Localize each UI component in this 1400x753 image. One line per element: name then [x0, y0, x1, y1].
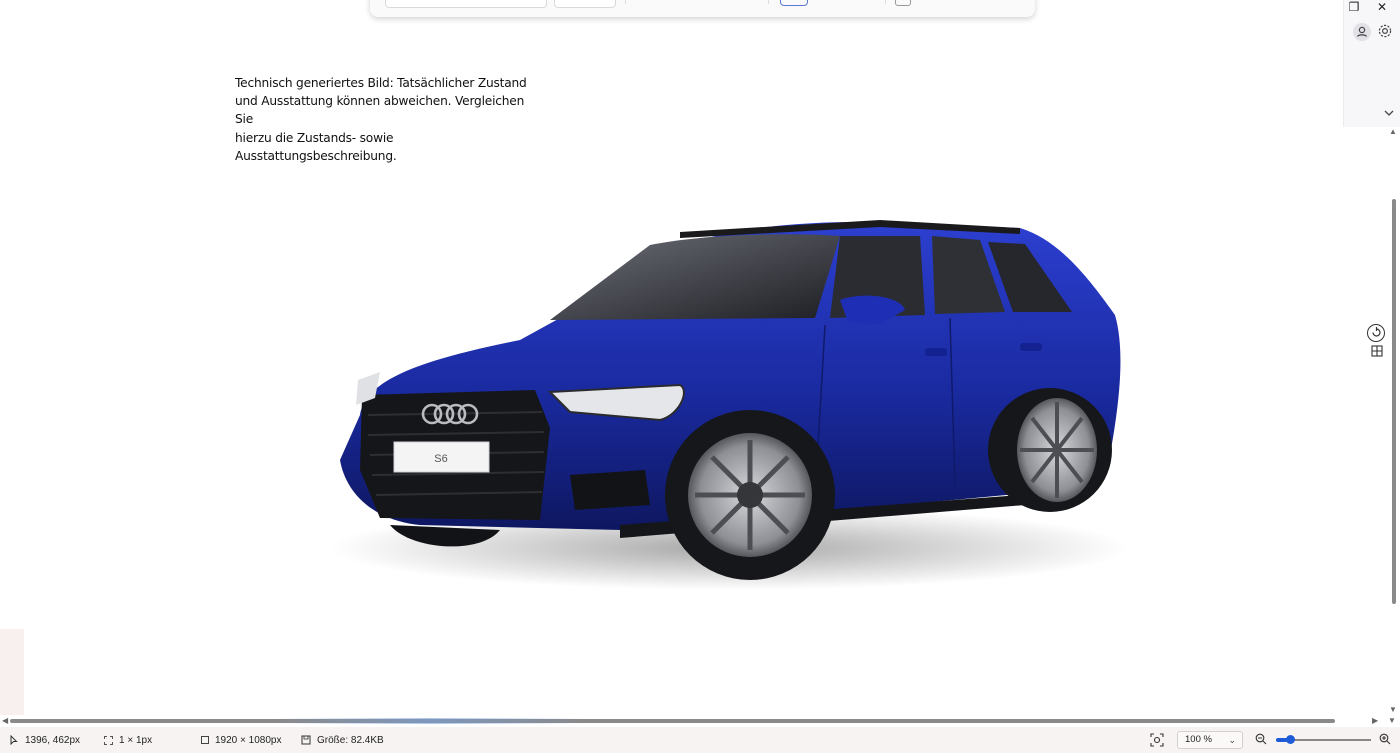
cursor-position-text: 1396, 462px — [25, 734, 81, 746]
pointer-icon — [9, 734, 19, 746]
disclaimer-line: Ausstattungsbeschreibung. — [235, 148, 397, 163]
scroll-down-icon[interactable]: ▼ — [1389, 705, 1397, 714]
image-dimensions-text: 1920 × 1080px — [215, 734, 282, 746]
side-panel: ❐ ✕ — [1343, 0, 1400, 127]
vertical-scroll-thumb[interactable] — [1392, 199, 1396, 604]
side-strip — [0, 629, 24, 717]
zoom-level-select[interactable]: 100 % ⌄ — [1177, 731, 1243, 749]
car-image: S6 — [320, 200, 1140, 600]
image-dimensions: 1920 × 1080px — [201, 733, 281, 747]
toolbar-divider — [885, 0, 886, 4]
restore-window-icon[interactable]: ❐ — [1344, 0, 1364, 16]
scroll-corner-icon: ▼ — [1388, 716, 1396, 725]
cursor-position: 1396, 462px — [9, 733, 80, 747]
selection-size: 1 × 1px — [104, 733, 152, 747]
disclaimer-line: hierzu die Zustands- sowie — [235, 130, 394, 145]
status-bar: 1396, 462px 1 × 1px 1920 × 1080px Größe:… — [0, 727, 1400, 753]
save-icon — [301, 735, 311, 745]
zoom-level-text: 100 % — [1185, 734, 1212, 745]
fit-to-window-icon[interactable] — [1150, 733, 1164, 747]
scroll-left-icon[interactable]: ◀ — [2, 716, 8, 725]
image-disclaimer: Technisch generiertes Bild: Tatsächliche… — [235, 74, 535, 165]
toolbar-color-swatch[interactable] — [780, 0, 808, 6]
disclaimer-line: und Ausstattung können abweichen. Vergle… — [235, 94, 525, 127]
toolbar-checkbox[interactable] — [895, 0, 911, 6]
chevron-down-icon[interactable] — [1382, 106, 1396, 120]
zoom-in-icon[interactable] — [1378, 733, 1392, 747]
toolbar-font-select[interactable] — [385, 0, 547, 8]
rotate-icon[interactable] — [1367, 324, 1385, 342]
grid-icon[interactable] — [1368, 344, 1386, 362]
file-size-text: Größe: 82.4KB — [317, 734, 384, 746]
zoom-slider-handle[interactable] — [1286, 735, 1295, 744]
selection-size-text: 1 × 1px — [119, 734, 153, 746]
scroll-up-icon[interactable]: ▲ — [1389, 127, 1397, 136]
toolbar-divider — [625, 0, 626, 4]
person-icon[interactable] — [1353, 23, 1371, 41]
disclaimer-line: Technisch generiertes Bild: Tatsächliche… — [235, 76, 527, 90]
floating-toolbar — [370, 0, 1035, 17]
scroll-right-icon[interactable]: ▶ — [1372, 716, 1378, 725]
gear-icon[interactable] — [1376, 22, 1394, 40]
scroll-highlight — [275, 718, 585, 724]
zoom-out-icon[interactable] — [1254, 733, 1268, 747]
zoom-slider[interactable] — [1276, 735, 1371, 744]
dimensions-icon — [201, 736, 209, 744]
horizontal-scrollbar[interactable]: ◀ ▶ ▼ — [0, 715, 1400, 727]
file-size: Größe: 82.4KB — [301, 733, 384, 747]
toolbar-size-select[interactable] — [554, 0, 616, 8]
chevron-down-icon: ⌄ — [1228, 735, 1236, 745]
toolbar-divider — [768, 0, 769, 4]
close-window-icon[interactable]: ✕ — [1372, 0, 1392, 16]
selection-icon — [104, 735, 113, 745]
license-plate-text: S6 — [434, 453, 447, 465]
horizontal-scroll-thumb[interactable] — [10, 719, 1335, 723]
vertical-scrollbar[interactable]: ▲ ▼ — [1387, 127, 1400, 717]
